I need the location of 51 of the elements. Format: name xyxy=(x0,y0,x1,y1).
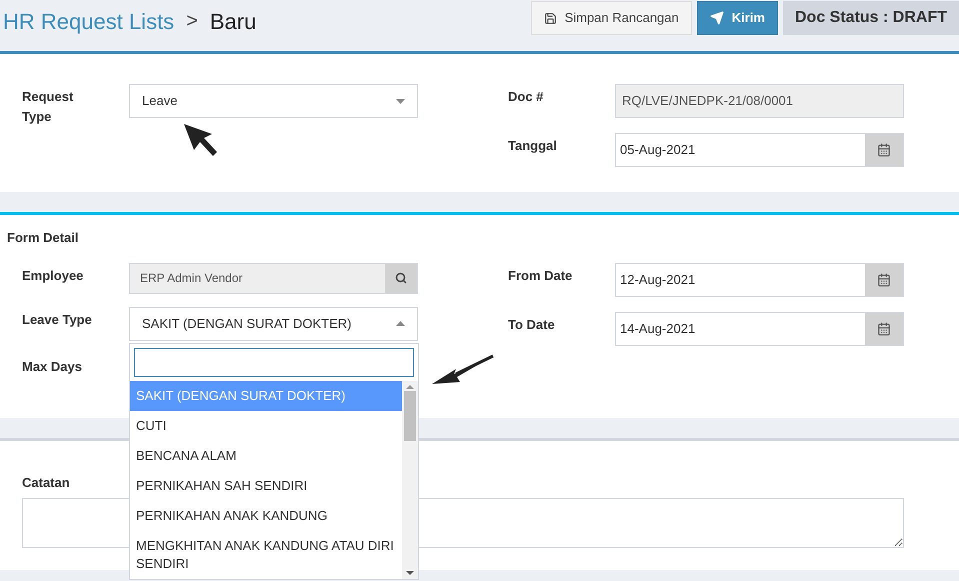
dropdown-option[interactable]: PERNIKAHAN SAH SENDIRI xyxy=(130,471,402,501)
leave-type-select[interactable]: SAKIT (DENGAN SURAT DOKTER) xyxy=(129,306,418,340)
calendar-icon xyxy=(877,322,891,336)
field-label: From Date xyxy=(508,266,574,284)
dropdown-caret-icon xyxy=(396,98,405,104)
save-icon xyxy=(544,12,557,24)
field-label: Max Days xyxy=(22,358,83,376)
doc-status-badge: Doc Status : DRAFT xyxy=(783,1,959,35)
page-title: Baru xyxy=(210,8,256,36)
date-field[interactable]: 05-Aug-2021 xyxy=(615,133,904,167)
select-value: SAKIT (DENGAN SURAT DOKTER) xyxy=(142,314,352,333)
field-label: To Date xyxy=(508,316,556,334)
calendar-icon xyxy=(877,143,891,157)
send-button[interactable]: Kirim xyxy=(696,1,778,35)
employee-field[interactable]: ERP Admin Vendor xyxy=(129,262,418,294)
save-draft-button[interactable]: Simpan Rancangan xyxy=(530,1,692,35)
send-icon xyxy=(710,11,724,25)
field-label: Tanggal xyxy=(508,137,558,155)
calendar-button[interactable] xyxy=(865,264,903,296)
doc-number-field: RQ/LVE/JNEDPK-21/08/0001 xyxy=(615,84,904,118)
field-label: Employee xyxy=(22,266,84,285)
search-icon xyxy=(395,272,407,284)
breadcrumb-separator: > xyxy=(186,9,198,34)
scroll-up-icon xyxy=(406,385,414,389)
calendar-button[interactable] xyxy=(865,134,903,166)
request-type-select[interactable]: Leave xyxy=(129,84,418,118)
date-field[interactable]: 14-Aug-2021 xyxy=(615,312,904,346)
dropdown-option[interactable]: PERNIKAHAN ANAK KANDUNG xyxy=(130,501,402,531)
field-label: Catatan xyxy=(22,474,70,492)
select-value: Leave xyxy=(142,92,178,110)
field-label: Leave Type xyxy=(22,310,93,329)
date-field[interactable]: 12-Aug-2021 xyxy=(615,262,904,296)
scroll-thumb[interactable] xyxy=(404,391,416,441)
dropdown-option[interactable]: BENCANA ALAM xyxy=(130,441,402,471)
date-value: 14-Aug-2021 xyxy=(619,320,696,338)
field-label: Doc # xyxy=(508,88,544,106)
pointer-arrow-icon xyxy=(182,122,219,158)
section-title: Form Detail xyxy=(6,229,80,247)
dropdown-search-field[interactable] xyxy=(134,348,414,377)
dropdown-option[interactable]: MENGKHITAN ANAK KANDUNG ATAU DIRI SENDIRI xyxy=(130,531,402,579)
field-label: Request Type xyxy=(22,88,74,126)
dropdown-caret-icon xyxy=(396,321,405,326)
calendar-icon xyxy=(877,272,891,286)
date-value: 05-Aug-2021 xyxy=(619,141,696,160)
date-value: 12-Aug-2021 xyxy=(619,270,696,289)
scrollbar[interactable] xyxy=(402,381,418,579)
calendar-button[interactable] xyxy=(865,312,903,344)
pointer-arrow-icon xyxy=(432,354,494,385)
employee-value: ERP Admin Vendor xyxy=(139,270,244,287)
dropdown-option[interactable]: CUTI xyxy=(130,411,402,441)
search-button[interactable] xyxy=(385,264,417,292)
